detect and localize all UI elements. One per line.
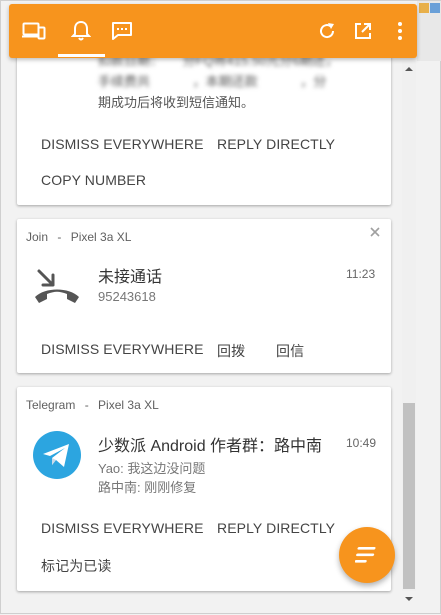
source-app-label: Telegram	[26, 398, 76, 412]
notes-icon	[355, 547, 376, 563]
telegram-icon	[33, 431, 81, 479]
card-header: Join - Pixel 3a XL	[26, 230, 131, 244]
notification-title: 未接通话	[98, 269, 163, 286]
browser-edge	[417, 1, 441, 61]
sms-body-line-3: 期成功后将收到短信通知。	[98, 95, 255, 110]
devices-icon[interactable]	[19, 16, 49, 46]
mark-as-read-button[interactable]: 标记为已读	[41, 556, 112, 576]
caller-number: 95243618	[98, 289, 156, 304]
card-header: Telegram - Pixel 3a XL	[26, 398, 159, 412]
missed-call-icon	[33, 263, 81, 307]
device-label: Pixel 3a XL	[70, 230, 132, 244]
message-line-2: 路中南: 刚刚修复	[98, 480, 197, 495]
scroll-up-arrow-icon[interactable]	[404, 61, 414, 71]
dismiss-everywhere-button[interactable]: DISMISS EVERYWHERE	[41, 136, 204, 152]
refresh-icon[interactable]	[312, 16, 342, 46]
notification-time: 11:23	[346, 267, 376, 281]
more-vert-icon[interactable]	[385, 16, 415, 46]
join-popup-window: 扣款日期： 分FQ将415.50元分6期还， 手续费共 ，本期还款 ，分 期成功…	[0, 0, 441, 614]
close-icon[interactable]	[369, 225, 381, 243]
header-separator: -	[84, 398, 89, 412]
call-back-button[interactable]: 回拨	[217, 341, 245, 361]
header-separator: -	[57, 230, 62, 244]
notes-fab-button[interactable]	[339, 527, 395, 583]
reply-directly-button[interactable]: REPLY DIRECTLY	[217, 520, 335, 536]
sms-body-line-2: 手续费共 ，本期还款 ，分	[98, 74, 327, 89]
active-tab-indicator	[58, 54, 105, 57]
copy-number-button[interactable]: COPY NUMBER	[41, 172, 146, 188]
notification-card-telegram: Telegram - Pixel 3a XL 少数派 Android 作者群：路…	[17, 387, 391, 591]
notification-title: 少数派 Android 作者群：路中南	[98, 438, 323, 455]
notification-time: 10:49	[346, 436, 377, 450]
scrollbar-thumb[interactable]	[403, 403, 415, 589]
open-external-icon[interactable]	[348, 16, 378, 46]
chat-icon[interactable]	[107, 16, 137, 46]
bell-icon[interactable]	[66, 16, 96, 46]
reply-sms-button[interactable]: 回信	[276, 341, 304, 361]
notification-list[interactable]: 扣款日期： 分FQ将415.50元分6期还， 手续费共 ，本期还款 ，分 期成功…	[1, 1, 441, 615]
top-toolbar	[9, 4, 417, 58]
notification-card-missed-call: Join - Pixel 3a XL 未接通话 95243618 11:23 D…	[17, 219, 391, 373]
scroll-down-arrow-icon[interactable]	[404, 591, 414, 601]
source-app-label: Join	[26, 230, 49, 244]
device-label: Pixel 3a XL	[98, 398, 159, 412]
message-line-1: Yao: 我这边没问题	[98, 461, 206, 476]
dismiss-everywhere-button[interactable]: DISMISS EVERYWHERE	[41, 341, 204, 357]
dismiss-everywhere-button[interactable]: DISMISS EVERYWHERE	[41, 520, 204, 536]
reply-directly-button[interactable]: REPLY DIRECTLY	[217, 136, 335, 152]
